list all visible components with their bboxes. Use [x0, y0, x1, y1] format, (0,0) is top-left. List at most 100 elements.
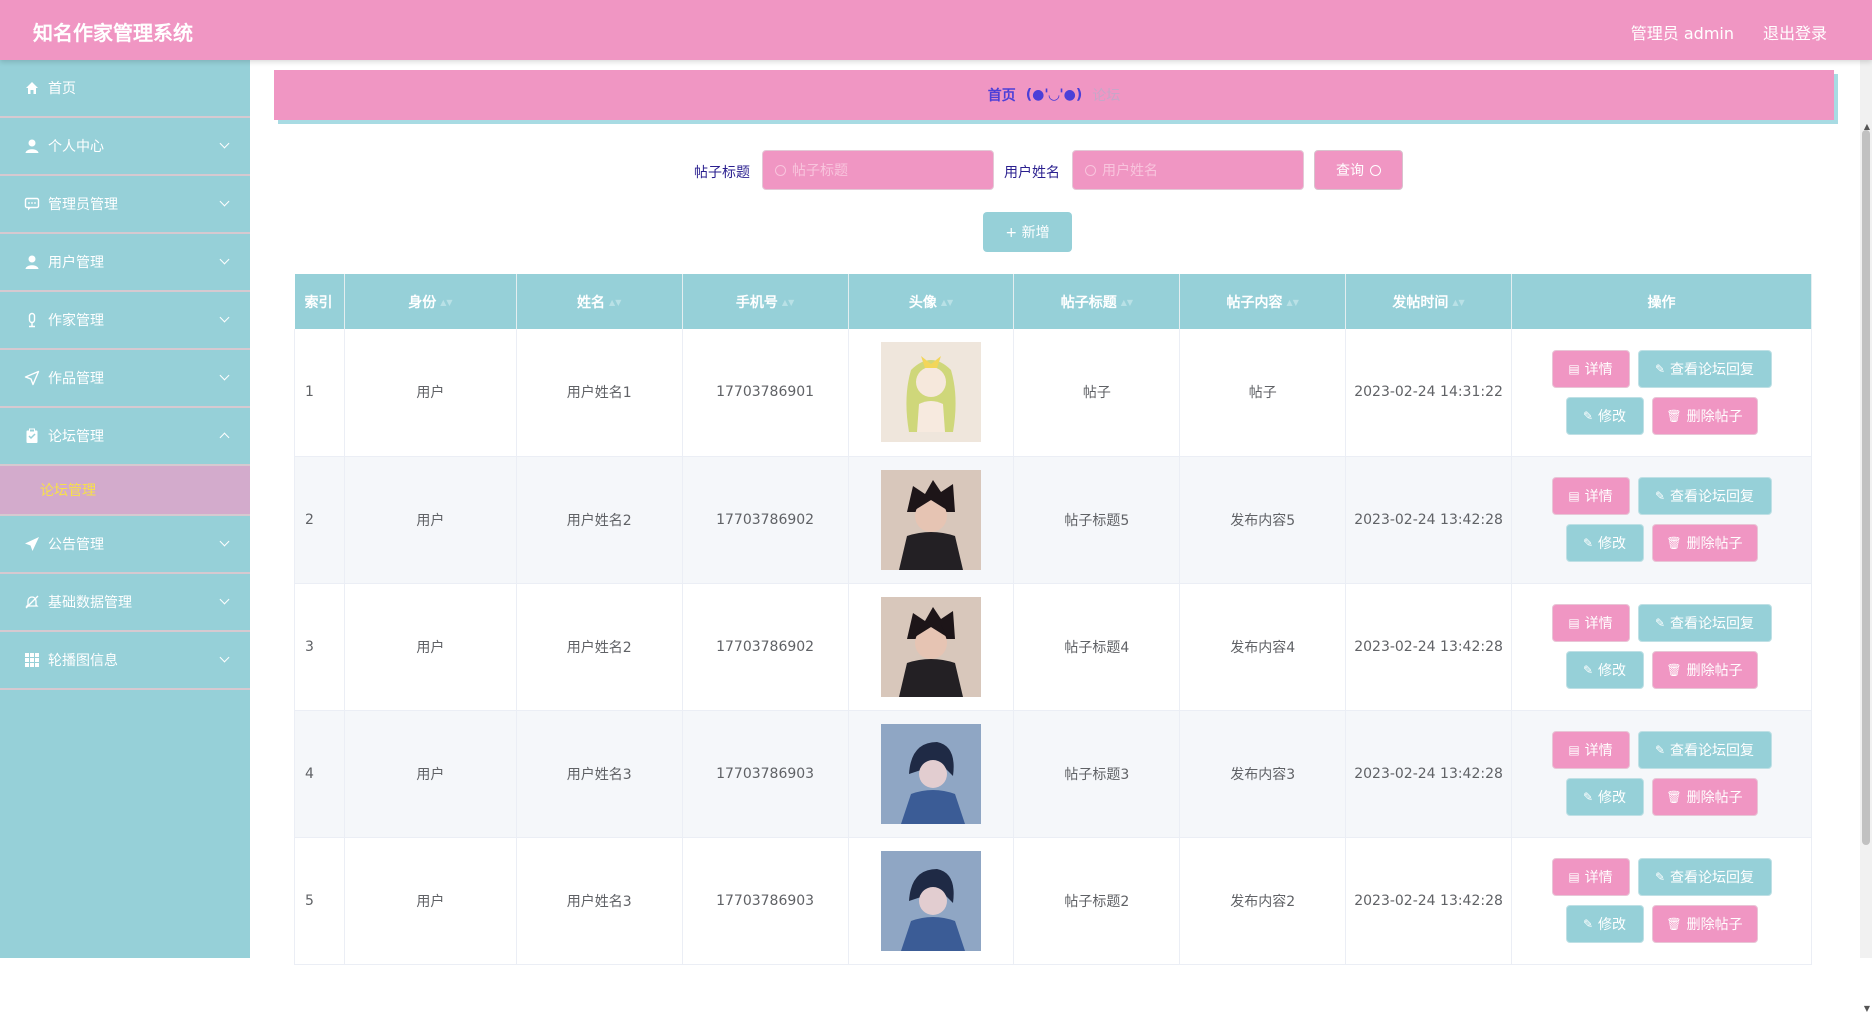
table-row: 4 用户 用户姓名3 17703786903 帖子标题3 发布内容3 2023-02-24 … [294, 710, 1812, 838]
sidebar-subitem-forum[interactable]: 论坛管理 [0, 466, 250, 516]
view-reply-button[interactable]: ✎ 查看论坛回复 [1637, 604, 1772, 642]
delete-post-button[interactable]: 🗑 删除帖子 [1651, 651, 1758, 689]
cell-post-content: 发布内容2 [1179, 837, 1347, 965]
home-icon [26, 82, 38, 94]
col-role[interactable]: 身份 ▲▼ [344, 274, 517, 329]
edit-button[interactable]: ✎ 修改 [1565, 905, 1644, 943]
detail-button[interactable]: ▤ 详情 [1551, 604, 1630, 642]
delete-label: 删除帖子 [1686, 408, 1743, 425]
cell-role: 用户 [344, 329, 517, 457]
sidebar-item-works[interactable]: 作品管理 [0, 350, 250, 408]
col-avatar[interactable]: 头像 ▲▼ [848, 274, 1015, 329]
add-button[interactable]: + 新增 [983, 212, 1072, 252]
admin-username: 管理员 admin [1630, 24, 1734, 43]
cell-name: 用户姓名2 [516, 456, 683, 584]
cell-post-title: 帖子标题5 [1013, 456, 1181, 584]
view-reply-button[interactable]: ✎ 查看论坛回复 [1637, 858, 1772, 896]
cell-post-content: 发布内容5 [1179, 456, 1347, 584]
search-icon [1370, 164, 1381, 176]
view-reply-label: 查看论坛回复 [1670, 489, 1755, 505]
chevron-down-icon [219, 312, 230, 323]
view-reply-label: 查看论坛回复 [1670, 361, 1755, 378]
cell-index: 3 [294, 583, 345, 711]
col-name[interactable]: 姓名 ▲▼ [516, 274, 683, 329]
cell-post-content: 帖子 [1179, 329, 1347, 457]
detail-button[interactable]: ▤ 详情 [1551, 349, 1630, 388]
trash-icon: 🗑 [1666, 408, 1682, 423]
edit-button[interactable]: ✎ 修改 [1565, 524, 1644, 562]
sort-icon: ▲▼ [1452, 298, 1465, 307]
view-reply-button[interactable]: ✎ 查看论坛回复 [1637, 477, 1772, 515]
post-title-input[interactable]: 帖子标题 [762, 150, 994, 190]
cell-avatar [848, 456, 1015, 584]
avatar [881, 850, 981, 951]
sidebar-item-home[interactable]: 首页 [0, 60, 250, 118]
view-reply-button[interactable]: ✎ 查看论坛回复 [1637, 349, 1772, 388]
sidebar-item-label: 基础数据管理 [48, 595, 132, 611]
cell-post-time: 2023-02-24 13:42:28 [1345, 837, 1513, 965]
delete-label: 删除帖子 [1686, 790, 1743, 806]
user-name-label: 用户姓名 [1004, 165, 1060, 181]
delete-post-button[interactable]: 🗑 删除帖子 [1651, 524, 1758, 562]
cell-index: 2 [294, 456, 345, 584]
cell-actions: ▤ 详情 ✎ 查看论坛回复 ✎ 修改 🗑 删除帖子 [1511, 583, 1812, 711]
delete-post-button[interactable]: 🗑 删除帖子 [1651, 778, 1758, 816]
edit-button[interactable]: ✎ 修改 [1565, 651, 1644, 689]
cell-post-time: 2023-02-24 13:42:28 [1345, 456, 1513, 584]
cell-index: 5 [294, 837, 345, 965]
cell-avatar [848, 837, 1015, 965]
trash-icon: 🗑 [1666, 663, 1682, 677]
avatar [881, 342, 981, 443]
chat-icon [24, 197, 40, 211]
sidebar-item-label: 用户管理 [48, 255, 104, 271]
delete-post-button[interactable]: 🗑 删除帖子 [1651, 396, 1758, 435]
sidebar-menu: 首页 个人中心 管理员管理 用户管理 作家管理 作品管理 论坛管理 论坛管理 公… [0, 60, 250, 958]
view-reply-button[interactable]: ✎ 查看论坛回复 [1637, 731, 1772, 769]
sidebar-item-writers[interactable]: 作家管理 [0, 292, 250, 350]
chevron-up-icon [219, 432, 230, 443]
col-post-content[interactable]: 帖子内容 ▲▼ [1179, 274, 1347, 329]
detail-button[interactable]: ▤ 详情 [1551, 858, 1630, 896]
detail-button[interactable]: ▤ 详情 [1551, 731, 1630, 769]
detail-button[interactable]: ▤ 详情 [1551, 477, 1630, 515]
edit-icon: ✎ [1654, 361, 1666, 376]
cell-post-time: 2023-02-24 13:42:28 [1345, 583, 1513, 711]
edit-icon: ✎ [1654, 870, 1666, 884]
document-icon: ▤ [1568, 616, 1580, 630]
edit-button[interactable]: ✎ 修改 [1565, 778, 1644, 816]
paper-plane-icon [25, 537, 39, 551]
col-index: 索引 [294, 274, 345, 329]
user-name-placeholder: 用户姓名 [1102, 163, 1158, 179]
edit-label: 修改 [1598, 790, 1627, 806]
cell-avatar [848, 329, 1015, 457]
chevron-down-icon [219, 254, 230, 265]
sidebar-item-notices[interactable]: 公告管理 [0, 516, 250, 574]
col-post-time[interactable]: 发帖时间 ▲▼ [1345, 274, 1513, 329]
logout-link[interactable]: 退出登录 [1763, 20, 1827, 44]
col-label: 姓名 [577, 294, 606, 311]
scroll-down-arrow[interactable]: ▼ [1864, 1004, 1870, 1013]
query-button[interactable]: 查询 [1314, 150, 1403, 190]
cell-post-time: 2023-02-24 13:42:28 [1345, 710, 1513, 838]
view-reply-label: 查看论坛回复 [1670, 743, 1755, 759]
document-icon: ▤ [1568, 743, 1580, 757]
edit-icon: ✎ [1582, 663, 1594, 677]
cell-role: 用户 [344, 456, 517, 584]
sidebar-item-carousel[interactable]: 轮播图信息 [0, 632, 250, 690]
cell-post-content: 发布内容3 [1179, 710, 1347, 838]
chevron-down-icon [219, 196, 230, 207]
delete-post-button[interactable]: 🗑 删除帖子 [1651, 905, 1758, 943]
user-name-input[interactable]: 用户姓名 [1072, 150, 1304, 190]
breadcrumb-home[interactable]: 首页 [988, 85, 1016, 105]
cell-post-title: 帖子 [1013, 329, 1181, 457]
sidebar-item-forum[interactable]: 论坛管理 [0, 408, 250, 466]
edit-icon: ✎ [1582, 408, 1594, 423]
edit-button[interactable]: ✎ 修改 [1565, 396, 1644, 435]
scroll-thumb[interactable] [1862, 130, 1870, 845]
sidebar-item-basedata[interactable]: 基础数据管理 [0, 574, 250, 632]
page-scrollbar[interactable]: ▲ ▼ [1860, 60, 1872, 1013]
col-post-title[interactable]: 帖子标题 ▲▼ [1013, 274, 1181, 329]
col-phone[interactable]: 手机号 ▲▼ [682, 274, 849, 329]
chevron-down-icon [219, 370, 230, 381]
sidebar-item-users[interactable]: 用户管理 [0, 234, 250, 292]
